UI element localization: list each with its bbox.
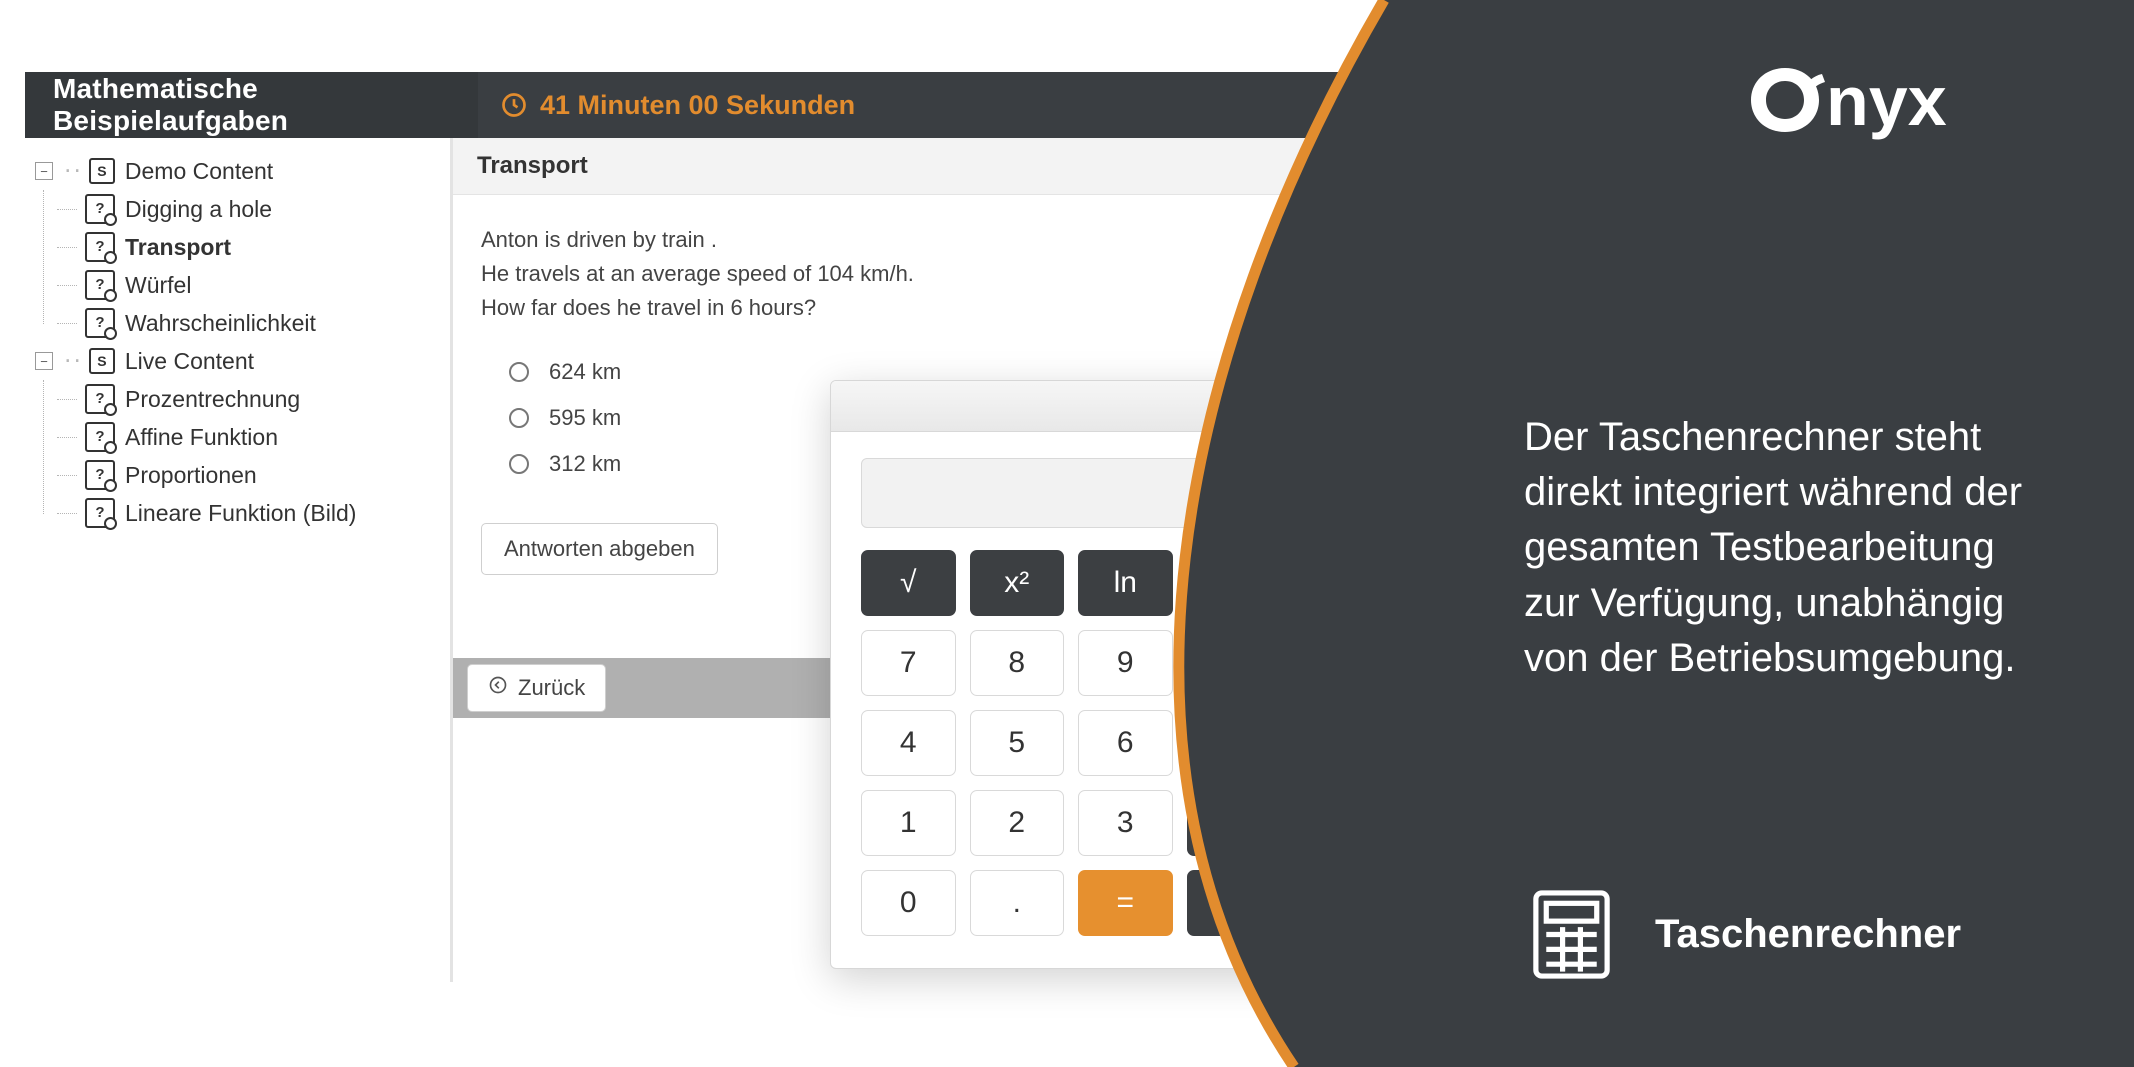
expander-icon[interactable]: − <box>35 162 53 180</box>
timer-text: 41 Minuten 00 Sekunden <box>540 90 855 121</box>
tree-item[interactable]: ? Würfel <box>51 266 450 304</box>
tree-item[interactable]: ? Transport <box>51 228 450 266</box>
tree-item-label: Affine Funktion <box>125 418 278 456</box>
calc-key-7[interactable]: 7 <box>861 630 956 696</box>
feature-label: Taschenrechner <box>1655 912 1961 957</box>
answer-radio[interactable] <box>509 362 529 382</box>
feature-row: Taschenrechner <box>1524 887 2069 982</box>
clock-icon <box>500 91 528 119</box>
calculator-outline-icon <box>1524 887 1619 982</box>
calc-key-ln[interactable]: ln <box>1078 550 1173 616</box>
tree-section-label: Demo Content <box>125 152 273 190</box>
tree-item[interactable]: ? Lineare Funktion (Bild) <box>51 494 450 532</box>
nav-tree: −··SDemo Content?Digging a hole?Transpor… <box>25 152 450 532</box>
tree-section[interactable]: −··SDemo Content <box>25 152 450 190</box>
tree-item-label: Proportionen <box>125 456 257 494</box>
answer-radio[interactable] <box>509 454 529 474</box>
calc-key-0[interactable]: 0 <box>861 870 956 936</box>
back-button[interactable]: Zurück <box>467 664 606 712</box>
tree-item-label: Prozentrechnung <box>125 380 300 418</box>
calculator-close-button[interactable]: ✕ <box>1265 390 1297 422</box>
brand-logo: nyx <box>1749 55 2049 145</box>
calculator-display: 0 <box>861 458 1281 528</box>
tree-item[interactable]: ? Wahrscheinlichkeit <box>51 304 450 342</box>
tree-section[interactable]: −··SLive Content <box>25 342 450 380</box>
question-badge-icon: ? <box>85 422 115 452</box>
calc-key--[interactable]: - <box>1187 710 1282 776</box>
tree-item-label: Digging a hole <box>125 190 272 228</box>
calculator-titlebar[interactable]: ✕ <box>831 381 1311 432</box>
question-badge-icon: ? <box>85 460 115 490</box>
calc-key-÷[interactable]: ÷ <box>1187 870 1282 936</box>
tree-item-label: Lineare Funktion (Bild) <box>125 494 356 532</box>
calculator-window[interactable]: ✕ 0 √x²lnC 789+456- 123× 0.=÷ <box>830 380 1312 969</box>
question-badge-icon: ? <box>85 308 115 338</box>
app-root: Mathematische Beispielaufgaben 41 Minute… <box>0 0 2134 1067</box>
calc-key-9[interactable]: 9 <box>1078 630 1173 696</box>
calc-key-+[interactable]: + <box>1187 630 1282 696</box>
question-badge-icon: ? <box>85 384 115 414</box>
svg-text:nyx: nyx <box>1826 62 1947 140</box>
back-label: Zurück <box>518 675 585 701</box>
calc-key-√[interactable]: √ <box>861 550 956 616</box>
calc-key-5[interactable]: 5 <box>970 710 1065 776</box>
section-badge-icon: S <box>89 158 115 184</box>
answer-label: 312 km <box>549 451 621 477</box>
sidebar: −··SDemo Content?Digging a hole?Transpor… <box>25 138 453 982</box>
submit-answer-button[interactable]: Antworten abgeben <box>481 523 718 575</box>
answer-radio[interactable] <box>509 408 529 428</box>
calculator-keypad: √x²lnC 789+456- 123× 0.=÷ <box>861 550 1281 936</box>
tree-item-label: Wahrscheinlichkeit <box>125 304 316 342</box>
tree-item[interactable]: ? Digging a hole <box>51 190 450 228</box>
promo-content: nyx Der Taschenrechner steht direkt inte… <box>1364 0 2134 1067</box>
expander-icon[interactable]: − <box>35 352 53 370</box>
question-badge-icon: ? <box>85 498 115 528</box>
calc-key-1[interactable]: 1 <box>861 790 956 856</box>
section-badge-icon: S <box>89 348 115 374</box>
answer-label: 624 km <box>549 359 621 385</box>
tree-section-label: Live Content <box>125 342 254 380</box>
question-badge-icon: ? <box>85 232 115 262</box>
calc-key-.[interactable]: . <box>970 870 1065 936</box>
tree-item-label: Würfel <box>125 266 191 304</box>
calc-key-C[interactable]: C <box>1187 550 1282 616</box>
tree-item[interactable]: ? Proportionen <box>51 456 450 494</box>
tree-item[interactable]: ? Prozentrechnung <box>51 380 450 418</box>
calc-key-2[interactable]: 2 <box>970 790 1065 856</box>
calc-key-×[interactable]: × <box>1187 790 1282 856</box>
calc-key-6[interactable]: 6 <box>1078 710 1173 776</box>
tree-item-label: Transport <box>125 228 231 266</box>
promo-text: Der Taschenrechner steht direkt integrie… <box>1524 410 2054 686</box>
timer: 41 Minuten 00 Sekunden <box>500 90 855 121</box>
calc-key-4[interactable]: 4 <box>861 710 956 776</box>
calc-key-x²[interactable]: x² <box>970 550 1065 616</box>
calculator-body: 0 √x²lnC 789+456- 123× 0.=÷ <box>831 432 1311 968</box>
close-icon: ✕ <box>1273 394 1290 419</box>
arrow-left-circle-icon <box>488 675 508 701</box>
tree-item[interactable]: ? Affine Funktion <box>51 418 450 456</box>
sidebar-title: Mathematische Beispielaufgaben <box>25 72 478 138</box>
answer-label: 595 km <box>549 405 621 431</box>
question-badge-icon: ? <box>85 194 115 224</box>
question-badge-icon: ? <box>85 270 115 300</box>
calc-key-8[interactable]: 8 <box>970 630 1065 696</box>
calc-key-3[interactable]: 3 <box>1078 790 1173 856</box>
calc-key-=[interactable]: = <box>1078 870 1173 936</box>
